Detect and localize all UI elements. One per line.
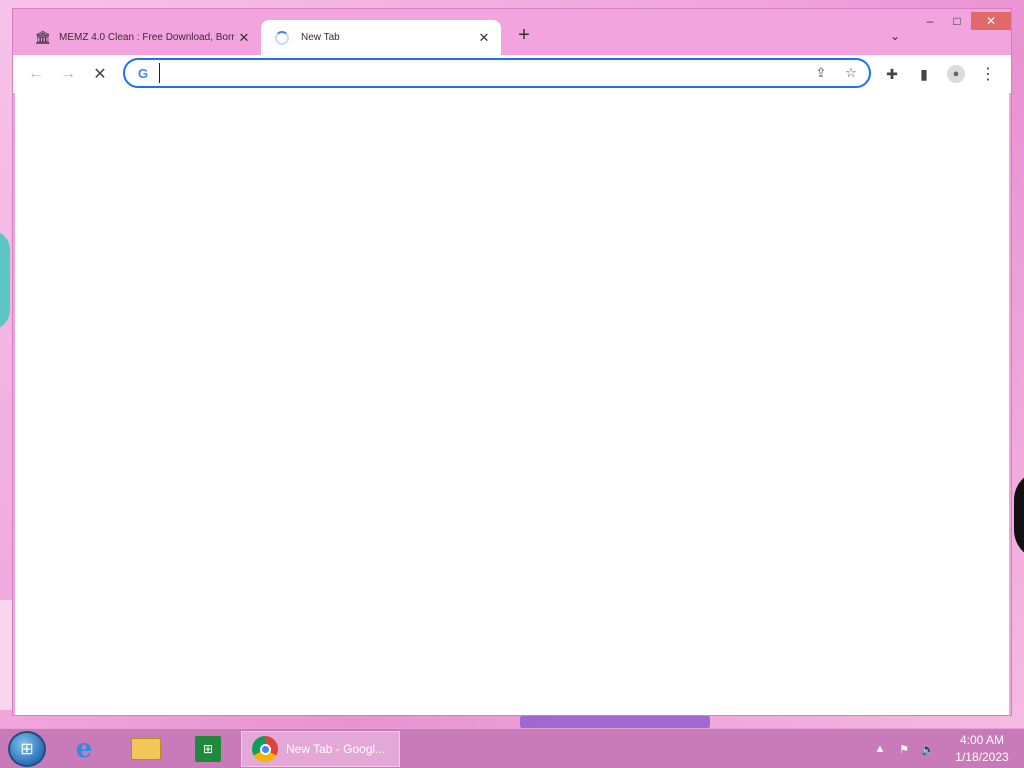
taskbar-chrome-label: New Tab - Googl...	[286, 742, 386, 756]
show-hidden-icons-icon[interactable]: ▲	[869, 738, 891, 760]
tab-title: MEMZ 4.0 Clean : Free Download, Borr	[59, 32, 235, 43]
windows-logo-icon: ⊞	[20, 741, 34, 758]
close-tab-icon[interactable]: ✕	[235, 29, 253, 47]
volume-icon[interactable]: 🔈	[917, 738, 939, 760]
tab-new-tab[interactable]: New Tab ✕	[261, 20, 501, 55]
profile-button[interactable]: ●	[945, 63, 967, 85]
folder-icon	[131, 738, 161, 760]
new-tab-button[interactable]: +	[513, 24, 535, 46]
extensions-puzzle-icon[interactable]: ✚	[881, 63, 903, 85]
clock-date: 1/18/2023	[955, 750, 1009, 764]
back-arrow-icon[interactable]: ←	[25, 63, 47, 85]
google-g-icon: G	[137, 65, 149, 81]
internet-explorer-icon[interactable]: e	[58, 731, 110, 767]
loading-spinner-icon	[275, 30, 289, 45]
archive-institution-icon: 🏛	[34, 29, 52, 45]
page-content	[15, 93, 1009, 715]
share-icon[interactable]: ⇪	[809, 61, 833, 85]
maximize-button[interactable]: □	[945, 12, 969, 30]
wallpaper-shape-teal	[0, 230, 10, 330]
browser-toolbar: ← → ✕ G ⇪ ☆ ✚ ▮ ● ⋮	[13, 55, 1011, 93]
action-center-flag-icon[interactable]: ⚑	[893, 738, 915, 760]
forward-arrow-icon[interactable]: →	[57, 63, 79, 85]
tab-title: New Tab	[301, 32, 340, 43]
clock-time: 4:00 AM	[959, 733, 1005, 747]
tab-strip: 🏛 MEMZ 4.0 Clean : Free Download, Borr ✕…	[13, 9, 1011, 55]
bookmark-star-icon[interactable]: ☆	[839, 61, 863, 85]
minimize-button[interactable]: –	[918, 12, 942, 30]
tab-search-chevron-icon[interactable]: ⌄	[885, 26, 905, 46]
file-explorer-button[interactable]	[120, 731, 172, 767]
system-tray: ▲ ⚑ 🔈 4:00 AM 1/18/2023	[868, 729, 1024, 768]
start-button[interactable]: ⊞	[8, 731, 46, 767]
chrome-window: 🏛 MEMZ 4.0 Clean : Free Download, Borr ✕…	[12, 8, 1012, 716]
close-window-button[interactable]: ✕	[971, 12, 1011, 30]
kebab-menu-icon[interactable]: ⋮	[977, 63, 999, 85]
taskbar-chrome-button[interactable]: New Tab - Googl...	[241, 731, 400, 767]
wallpaper-shape-dark	[1014, 470, 1024, 560]
side-panel-icon[interactable]: ▮	[913, 63, 935, 85]
store-bag-icon: ⊞	[195, 736, 221, 762]
avatar-icon: ●	[947, 65, 965, 83]
close-tab-icon[interactable]: ✕	[475, 29, 493, 47]
address-bar[interactable]: G ⇪ ☆	[123, 58, 871, 88]
clock[interactable]: 4:00 AM 1/18/2023	[940, 732, 1024, 766]
tab-memz[interactable]: 🏛 MEMZ 4.0 Clean : Free Download, Borr ✕	[29, 20, 261, 55]
stop-loading-icon[interactable]: ✕	[89, 63, 111, 85]
chrome-logo-icon	[252, 736, 278, 762]
taskbar: ⊞ e ⊞ New Tab - Googl... ▲ ⚑ 🔈 4:00 AM 1…	[0, 728, 1024, 768]
store-button[interactable]: ⊞	[182, 731, 234, 767]
omnibox-input[interactable]	[159, 63, 809, 83]
